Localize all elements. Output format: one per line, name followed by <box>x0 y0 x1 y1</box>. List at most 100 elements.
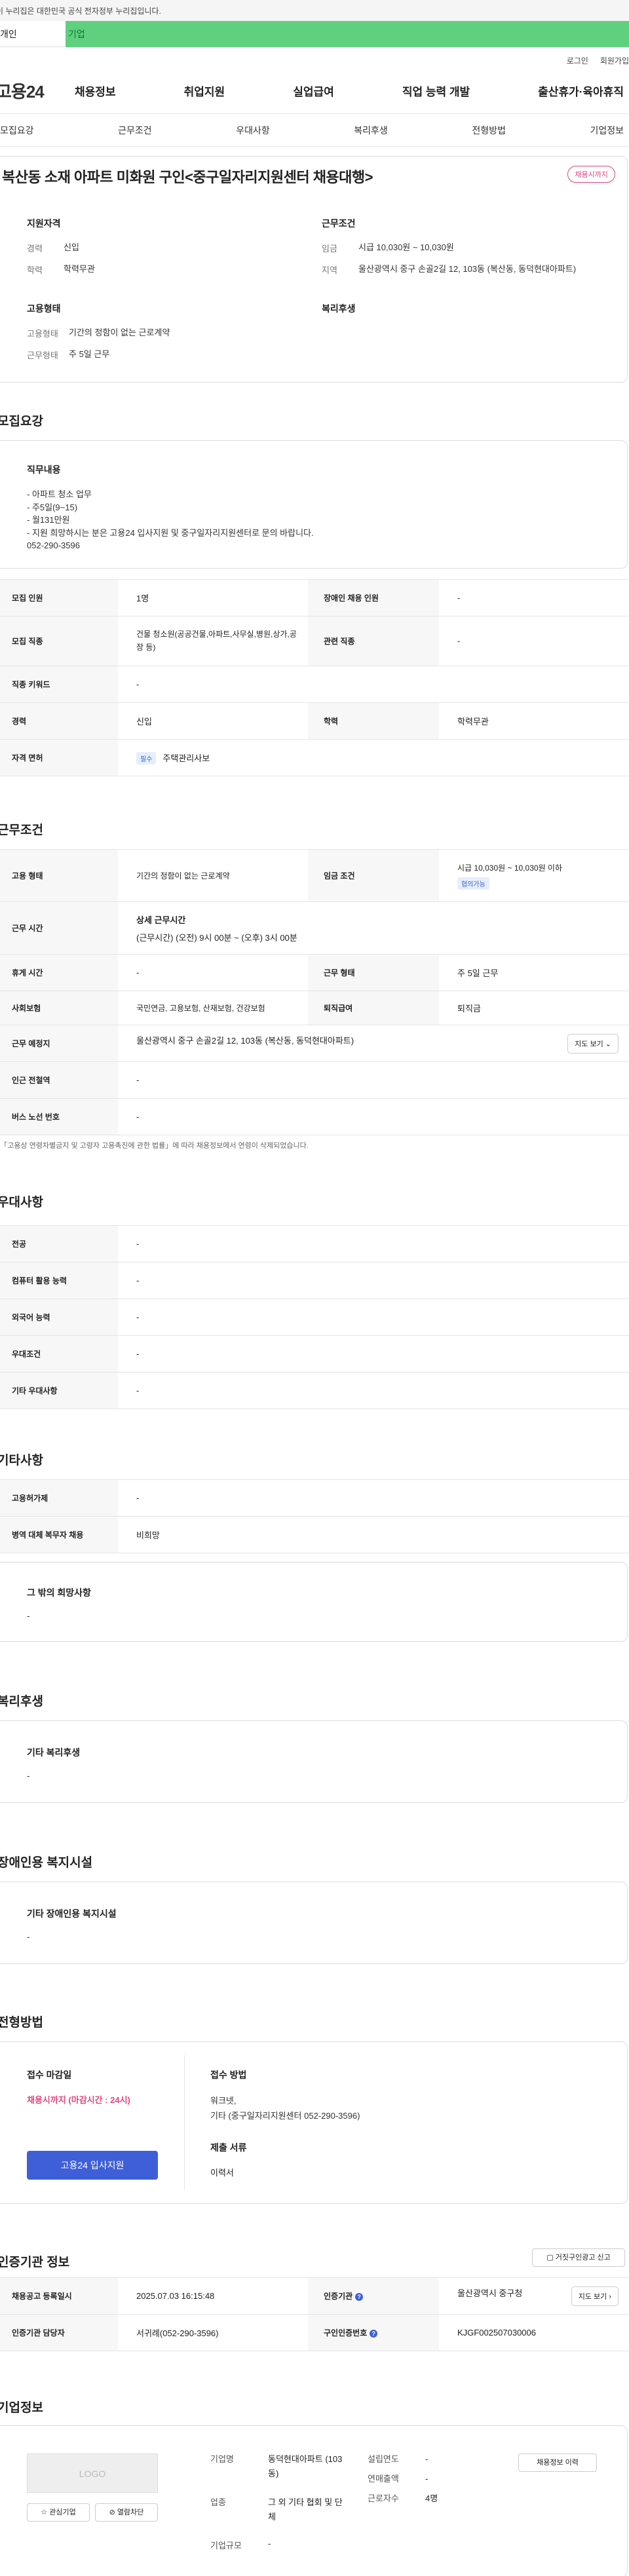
recruit-table: 모집 인원 1명 장애인 채용 인원 - 모집 직종 건물 청소원(공공건물,아… <box>0 579 629 776</box>
label: 업종 <box>210 2497 226 2508</box>
value: - <box>439 616 629 666</box>
label: 고용허가제 <box>0 1479 118 1517</box>
welfare-box: 기타 복리후생 - <box>0 1720 628 1803</box>
deadline-value: 채용시까지 (마감시간 : 24시) <box>27 2095 130 2105</box>
section-title-recruit: 모집요강 <box>0 415 43 428</box>
label: 채용공고 등록일시 <box>0 2277 118 2315</box>
section-title-conditions: 근무조건 <box>0 824 43 837</box>
label: 전공 <box>0 1225 118 1262</box>
info-icon[interactable]: ? <box>355 2292 364 2301</box>
info-icon[interactable]: ? <box>370 2329 378 2338</box>
gnb-item-parental-leave[interactable]: 출산휴가·육아휴직 <box>538 83 624 99</box>
block-view-button[interactable]: ⊘ 열람차단 <box>95 2503 158 2522</box>
label: 버스 노선 번호 <box>0 1098 118 1135</box>
duty-line: - 주5일(9~15) <box>27 502 78 512</box>
value: - <box>118 1372 629 1409</box>
section-title-selection: 전형방법 <box>0 2016 43 2030</box>
duty-line: 052-290-3596 <box>27 540 80 550</box>
value: 건물 청소원(공공건물,아파트,사무실,병원,상가,공장 등) <box>118 616 308 666</box>
chevron-right-icon: › <box>609 2292 611 2301</box>
subnav-preference[interactable]: 우대사항 <box>236 124 270 137</box>
label: 우대조건 <box>0 1335 118 1373</box>
value: 주 5일 근무 <box>69 349 110 359</box>
job-history-button[interactable]: 채용정보 이력 <box>518 2453 597 2472</box>
label: 직종 키워드 <box>0 666 118 703</box>
section-nav: 모집요강 근무조건 우대사항 복리후생 전형방법 기업정보 <box>0 114 629 147</box>
duty-line: - 월131만원 <box>27 515 70 525</box>
docs-title: 제출 서류 <box>210 2142 247 2153</box>
report-false-ad-button[interactable]: ▢ 거짓구인광고 신고 <box>532 2248 625 2267</box>
star-icon: ☆ <box>41 2509 48 2516</box>
subnav-selection[interactable]: 전형방법 <box>472 124 506 137</box>
map-view-button[interactable]: 지도 보기 ⌄ <box>567 1033 619 1053</box>
negotiable-badge: 협의가능 <box>457 877 489 890</box>
tab-company[interactable]: 기업 <box>66 21 629 47</box>
section-title-welfare: 복리후생 <box>0 1695 43 1709</box>
disabled-facilities-title: 기타 장애인용 복지시설 <box>27 1908 117 1919</box>
gnb-item-employment-support[interactable]: 취업지원 <box>184 83 225 99</box>
value: 울산광역시 중구 손골2길 12, 103동 (복산동, 동덕현대아파트) <box>136 1035 354 1046</box>
value: - <box>27 1611 30 1621</box>
other-wishes-title: 그 밖의 희망사항 <box>27 1587 91 1598</box>
value: 시급 10,030원 ~ 10,030원 이하 <box>457 863 562 873</box>
gnb-item-unemployment-benefit[interactable]: 실업급여 <box>293 83 334 99</box>
docs-value: 이력서 <box>210 2167 234 2178</box>
employment-type-title: 고용형태 <box>27 303 61 314</box>
age-notice: *「고용상 연령차별금지 및 고령자 고용촉진에 관한 법률」에 따라 채용정보… <box>0 1142 309 1150</box>
value: 서귀례(052-290-3596) <box>118 2314 308 2351</box>
value: - <box>425 2474 429 2484</box>
value: 퇴직금 <box>439 991 629 1025</box>
signup-link[interactable]: 회원가입 <box>600 55 629 66</box>
duty-line: - 지원 희망하시는 분은 고용24 입사지원 및 중구일자리지원센터로 문의 … <box>27 527 314 538</box>
org-map-button[interactable]: 지도 보기 › <box>571 2286 619 2306</box>
label: 퇴직급여 <box>308 991 439 1025</box>
certification-table: 채용공고 등록일시 2025.07.03 16:15:48 인증기관? 울산광역… <box>0 2277 629 2351</box>
favorite-company-button[interactable]: ☆ 관심기업 <box>27 2503 90 2522</box>
subnav-conditions[interactable]: 근무조건 <box>118 124 152 137</box>
status-badge: 채용시까지 <box>567 166 615 183</box>
value: 기간의 정함이 없는 근로계약 <box>118 849 308 902</box>
value: 울산광역시 중구청 <box>457 2288 523 2298</box>
value: - <box>27 1932 30 1942</box>
label: 관련 직종 <box>308 616 439 666</box>
label: 병역 대체 복무자 채용 <box>0 1516 118 1553</box>
value: - <box>118 1098 629 1135</box>
work-conditions-title: 근무조건 <box>322 218 356 229</box>
value: - <box>118 954 308 991</box>
label: 모집 직종 <box>0 616 118 666</box>
value: - <box>425 2454 429 2464</box>
value: KJGF002507030006 <box>439 2314 629 2351</box>
value: 신입 <box>64 242 79 252</box>
subnav-company[interactable]: 기업정보 <box>590 124 624 137</box>
site-logo[interactable]: 고용24 <box>0 79 75 103</box>
subnav-welfare[interactable]: 복리후생 <box>354 124 388 137</box>
value: - <box>118 666 629 703</box>
tab-personal[interactable]: 개인 <box>0 21 66 47</box>
value: - <box>118 1298 629 1336</box>
apply-button[interactable]: 고용24 입사지원 <box>27 2151 158 2180</box>
gnb-item-jobs[interactable]: 채용정보 <box>75 83 116 99</box>
welfare-title: 복리후생 <box>322 303 356 314</box>
company-logo: LOGO <box>27 2453 158 2493</box>
label: 사회보험 <box>0 991 118 1025</box>
label: 경력 <box>0 702 118 740</box>
login-link[interactable]: 로그인 <box>567 55 588 66</box>
value: - <box>118 1061 629 1099</box>
label: 구인인증번호 <box>324 2328 368 2338</box>
value: - <box>118 1479 629 1517</box>
label: 근무 시간 <box>0 901 118 955</box>
label: 연매출액 <box>368 2474 399 2484</box>
disabled-facilities-box: 기타 장애인용 복지시설 - <box>0 1882 628 1964</box>
value: (근무시간) (오전) 9시 00분 ~ (오후) 3시 00분 <box>136 932 297 943</box>
label: 설립연도 <box>368 2454 399 2464</box>
subnav-recruit[interactable]: 모집요강 <box>0 124 34 137</box>
label: 임금 조건 <box>308 849 439 902</box>
company-box: LOGO ☆ 관심기업 ⊘ 열람차단 채용정보 이력 기업명 동덕현대아파트 (1… <box>0 2425 628 2576</box>
block-icon: ⊘ <box>109 2509 115 2516</box>
util-links: 로그인 회원가입 <box>0 52 629 68</box>
label: 근무 형태 <box>308 954 439 991</box>
conditions-table: 고용 형태 기간의 정함이 없는 근로계약 임금 조건 시급 10,030원 ~… <box>0 849 629 1135</box>
gnb-item-vocational-training[interactable]: 직업 능력 개발 <box>402 83 470 99</box>
qualification-title: 지원자격 <box>27 218 61 229</box>
user-tabs: 개인 기업 <box>0 21 629 47</box>
